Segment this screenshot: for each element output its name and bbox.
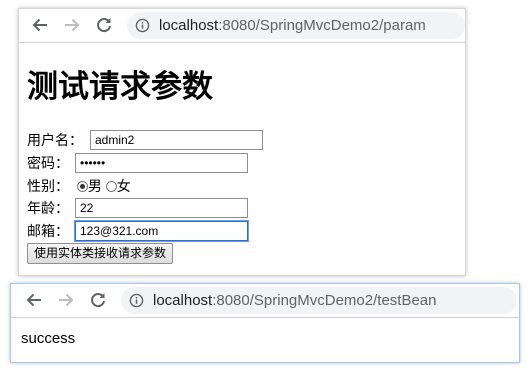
gender-label: 性别： [27,178,69,194]
url-text: localhost:8080/SpringMvcDemo2/testBean [153,287,437,314]
browser-window-testbean: localhost:8080/SpringMvcDemo2/testBean s… [10,283,520,363]
back-arrow-icon [32,18,47,32]
address-bar[interactable]: localhost:8080/SpringMvcDemo2/testBean [121,287,517,314]
gender-row: 性别： 男 女 [27,176,131,196]
username-label: 用户名： [27,132,83,148]
page-title: 测试请求参数 [27,69,213,105]
reload-icon [97,18,111,33]
forward-arrow-icon [65,18,80,32]
reload-icon [91,293,105,308]
browser-toolbar: localhost:8080/SpringMvcDemo2/param [19,9,465,43]
email-label: 邮箱： [27,223,69,239]
username-input[interactable] [90,130,263,150]
address-bar[interactable]: localhost:8080/SpringMvcDemo2/param [127,12,465,39]
success-message: success [21,330,76,347]
url-host: localhost [153,292,213,309]
browser-window-param: localhost:8080/SpringMvcDemo2/param 测试请求… [18,8,466,276]
gender-option-female: 女 [116,178,131,194]
email-row: 邮箱： [27,221,255,241]
url-host: localhost [159,17,219,34]
back-button[interactable] [23,289,45,311]
username-row: 用户名： [27,130,267,150]
forward-button[interactable] [61,14,83,36]
submit-button[interactable]: 使用实体类接收请求参数 [27,243,174,264]
age-input[interactable] [75,198,248,218]
password-label: 密码： [27,155,69,171]
forward-arrow-icon [59,293,74,307]
password-row: 密码： [27,153,255,173]
url-path: :8080/SpringMvcDemo2/testBean [212,292,437,309]
forward-button[interactable] [55,289,77,311]
url-text: localhost:8080/SpringMvcDemo2/param [159,12,426,39]
back-button[interactable] [29,14,51,36]
gender-radio-male[interactable] [76,180,88,192]
back-arrow-icon [26,293,41,307]
reload-button[interactable] [93,14,115,36]
gender-option-male: 男 [87,178,102,194]
info-icon[interactable] [135,18,150,33]
url-path: :8080/SpringMvcDemo2/param [218,17,426,34]
age-label: 年龄： [27,200,69,216]
gender-radio-female[interactable] [105,180,117,192]
reload-button[interactable] [87,289,109,311]
info-icon[interactable] [129,293,144,308]
email-input[interactable] [75,221,248,241]
password-input[interactable] [75,153,248,173]
age-row: 年龄： [27,198,255,218]
browser-toolbar: localhost:8080/SpringMvcDemo2/testBean [11,284,519,318]
